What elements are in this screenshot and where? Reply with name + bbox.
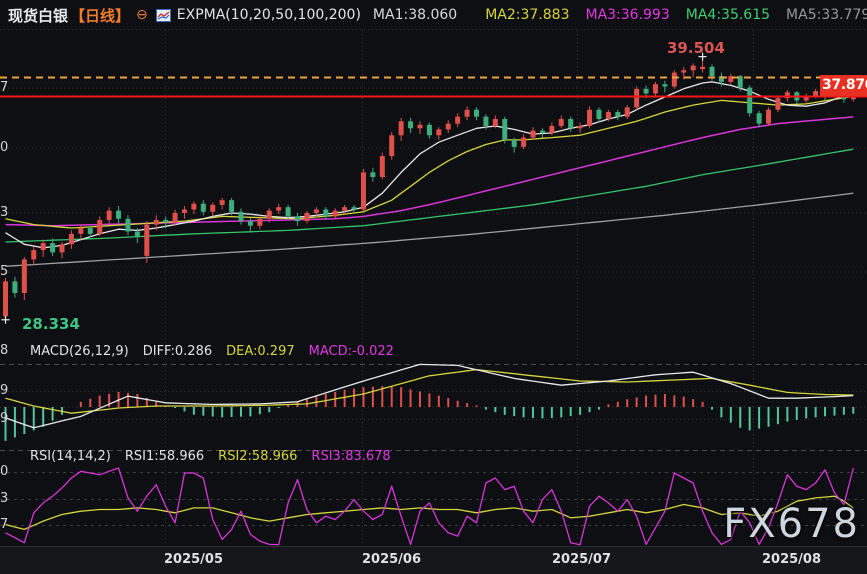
symbol-title: 现货白银: [8, 5, 68, 26]
rsi3-value: RSI3:83.678: [311, 449, 390, 464]
ma5-value: MA5:33.779: [786, 7, 867, 23]
macd-params-label: MACD(26,12,9): [30, 344, 129, 359]
low-price-annotation: 28.334: [22, 315, 80, 333]
indicator-label[interactable]: EXPMA(10,20,50,100,200): [177, 7, 361, 23]
price-axis-tick-partial: 8: [0, 345, 12, 357]
macd-macd-value: MACD:-0.022: [309, 344, 394, 359]
high-price-annotation: 39.504: [667, 39, 725, 57]
ma2-value: MA2:37.883: [485, 7, 569, 23]
month-axis-label: 2025/07: [552, 552, 611, 567]
month-axis-label: 2025/05: [164, 552, 223, 567]
month-axis-label: 2025/06: [362, 552, 421, 567]
candlestick-chart-canvas[interactable]: [0, 0, 867, 574]
rsi1-value: RSI1:58.966: [125, 449, 204, 464]
rsi-indicator-row[interactable]: RSI(14,14,2) RSI1:58.966 RSI2:58.966 RSI…: [30, 449, 391, 464]
period-label[interactable]: 【日线】: [70, 5, 130, 26]
price-axis-tick-partial: 7: [0, 82, 12, 94]
price-axis-tick-partial: 5: [0, 266, 12, 278]
macd-dea-value: DEA:0.297: [226, 344, 295, 359]
month-axis-label: 2025/08: [762, 552, 821, 567]
price-axis-tick-partial: 3: [0, 207, 12, 219]
macd-diff-value: DIFF:0.286: [143, 344, 212, 359]
chart-app-window: 现货白银 【日线】 ⊖ EXPMA(10,20,50,100,200) MA1:…: [0, 0, 867, 574]
indicator-chart-icon[interactable]: [156, 9, 171, 22]
last-price-tag: 37.870: [820, 75, 867, 96]
ma3-value: MA3:36.993: [585, 7, 669, 23]
ma1-value: MA1:38.060: [373, 7, 457, 23]
rsi2-value: RSI2:58.966: [218, 449, 297, 464]
price-axis-tick-partial: 9: [0, 413, 12, 425]
rsi-params-label: RSI(14,14,2): [30, 449, 111, 464]
fx678-watermark: FX678: [723, 501, 860, 547]
price-axis-tick-partial: 0: [0, 142, 12, 154]
time-axis-strip[interactable]: [0, 546, 867, 574]
price-axis-tick-partial: 9: [0, 385, 12, 397]
macd-indicator-row[interactable]: MACD(26,12,9) DIFF:0.286 DEA:0.297 MACD:…: [30, 344, 394, 359]
ma4-value: MA4:35.615: [686, 7, 770, 23]
chart-header-bar: 现货白银 【日线】 ⊖ EXPMA(10,20,50,100,200) MA1:…: [0, 0, 867, 30]
price-axis-tick-partial: 0: [0, 466, 12, 478]
collapse-icon[interactable]: ⊖: [136, 7, 148, 23]
price-axis-tick-partial: 3: [0, 493, 12, 505]
price-axis-tick-partial: 7: [0, 519, 12, 531]
